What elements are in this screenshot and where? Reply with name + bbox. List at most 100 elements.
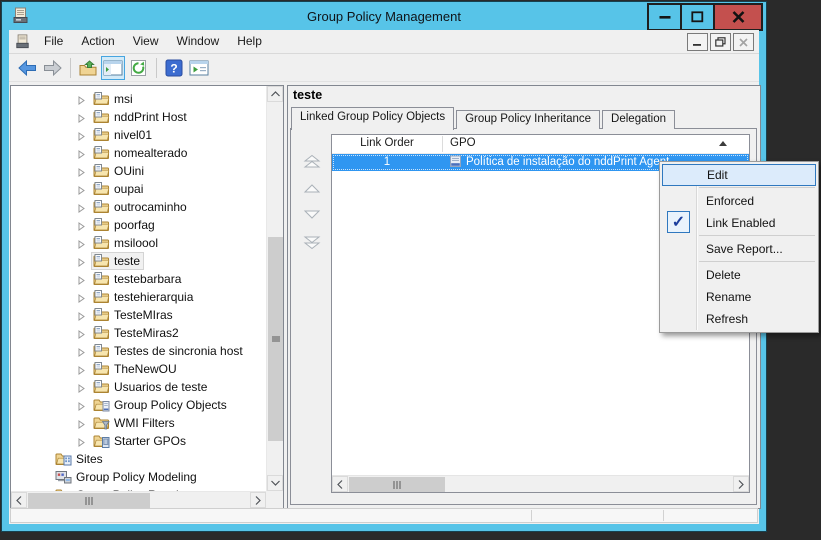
tree-item-nomealterado[interactable]: nomealterado (11, 144, 266, 162)
tree-item-box[interactable]: oupai (91, 180, 147, 198)
tree-item-box[interactable]: Sites (53, 450, 107, 468)
expand-arrow-icon[interactable] (77, 274, 86, 285)
expand-arrow-icon[interactable] (77, 292, 86, 303)
tree-item-testes-de-sincronia-host[interactable]: Testes de sincronia host (11, 342, 266, 360)
tab-delegation[interactable]: Delegation (602, 110, 676, 129)
tree-item-testemiras[interactable]: TesteMIras (11, 306, 266, 324)
help-icon[interactable]: ? (162, 56, 186, 80)
tree-item-box[interactable]: Group Policy Objects (91, 396, 231, 414)
refresh-icon[interactable] (126, 56, 150, 80)
scroll-left-arrow-icon[interactable] (11, 492, 27, 508)
tree-item-outrocaminho[interactable]: outrocaminho (11, 198, 266, 216)
expand-arrow-icon[interactable] (77, 400, 86, 411)
tree-item-nivel01[interactable]: nivel01 (11, 126, 266, 144)
column-header-gpo[interactable]: GPO (450, 137, 476, 149)
context-menu-item-save-report[interactable]: Save Report... (660, 238, 818, 260)
tree-item-starter-gpos[interactable]: Starter GPOs (11, 432, 266, 450)
tree-item-box[interactable]: testehierarquia (91, 288, 197, 306)
minimize-button[interactable] (649, 5, 680, 29)
scroll-right-arrow-icon[interactable] (733, 476, 749, 492)
tree-item-teste[interactable]: teste (11, 252, 266, 270)
tree-item-box[interactable]: WMI Filters (91, 414, 179, 432)
tree-item-box[interactable]: teste (91, 252, 145, 270)
menu-help[interactable]: Help (228, 30, 271, 53)
context-menu-item-rename[interactable]: Rename (660, 286, 818, 308)
tree-item-ouini[interactable]: OUini (11, 162, 266, 180)
show-console-tree-icon[interactable] (101, 55, 125, 80)
close-button[interactable] (713, 5, 761, 29)
move-link-to-top-button[interactable] (301, 153, 323, 169)
expand-arrow-icon[interactable] (77, 94, 86, 105)
move-link-to-bottom-button[interactable] (301, 234, 323, 250)
tree-vscroll-thumb[interactable] (268, 237, 283, 441)
tree-item-box[interactable]: Usuarios de teste (91, 378, 211, 396)
tree-item-box[interactable]: OUini (91, 162, 148, 180)
expand-arrow-icon[interactable] (77, 346, 86, 357)
expand-arrow-icon[interactable] (77, 364, 86, 375)
table-horizontal-scrollbar[interactable] (332, 475, 749, 492)
tree-item-box[interactable]: TesteMiras2 (91, 324, 183, 342)
menu-window[interactable]: Window (168, 30, 229, 53)
expand-arrow-icon[interactable] (77, 148, 86, 159)
tree-item-box[interactable]: Testes de sincronia host (91, 342, 247, 360)
back-icon[interactable] (15, 56, 39, 80)
tree-item-testemiras2[interactable]: TesteMiras2 (11, 324, 266, 342)
column-header-link-order[interactable]: Link Order (332, 137, 442, 149)
tree-item-box[interactable]: TheNewOU (91, 360, 181, 378)
tree-vertical-scrollbar[interactable] (266, 86, 283, 491)
tree-item-usuarios-de-teste[interactable]: Usuarios de teste (11, 378, 266, 396)
tree-item-box[interactable]: poorfag (91, 216, 159, 234)
context-menu-item-refresh[interactable]: Refresh (660, 308, 818, 330)
tree-item-box[interactable]: outrocaminho (91, 198, 191, 216)
tab-group-policy-inheritance[interactable]: Group Policy Inheritance (456, 110, 601, 129)
table-hscroll-thumb[interactable] (349, 477, 445, 492)
context-menu-item-delete[interactable]: Delete (660, 264, 818, 286)
scroll-left-arrow-icon[interactable] (332, 476, 348, 492)
menu-file[interactable]: File (35, 30, 72, 53)
forward-icon[interactable] (40, 56, 64, 80)
tree-item-group-policy-modeling[interactable]: Group Policy Modeling (11, 468, 266, 486)
maximize-button[interactable] (680, 5, 713, 29)
expand-arrow-icon[interactable] (77, 418, 86, 429)
expand-arrow-icon[interactable] (77, 436, 86, 447)
tree-item-testebarbara[interactable]: testebarbara (11, 270, 266, 288)
context-menu-item-edit[interactable]: Edit (662, 164, 816, 186)
expand-arrow-icon[interactable] (77, 130, 86, 141)
tree-item-wmi-filters[interactable]: WMI Filters (11, 414, 266, 432)
tree-item-thenewou[interactable]: TheNewOU (11, 360, 266, 378)
new-window-icon[interactable] (187, 56, 211, 80)
scroll-right-arrow-icon[interactable] (250, 492, 266, 508)
expand-arrow-icon[interactable] (77, 220, 86, 231)
menu-view[interactable]: View (124, 30, 168, 53)
tree-item-testehierarquia[interactable]: testehierarquia (11, 288, 266, 306)
tree-item-oupai[interactable]: oupai (11, 180, 266, 198)
tree-item-box[interactable]: TesteMIras (91, 306, 177, 324)
tree-horizontal-scrollbar[interactable] (11, 491, 266, 508)
titlebar[interactable]: Group Policy Management (2, 2, 766, 31)
tree-item-box[interactable]: Group Policy Modeling (53, 468, 201, 486)
expand-arrow-icon[interactable] (77, 166, 86, 177)
tree-item-nddprint-host[interactable]: nddPrint Host (11, 108, 266, 126)
expand-arrow-icon[interactable] (77, 238, 86, 249)
mdi-minimize-button[interactable] (687, 33, 708, 51)
expand-arrow-icon[interactable] (77, 202, 86, 213)
move-link-down-button[interactable] (301, 207, 323, 223)
context-menu-item-enforced[interactable]: Enforced (660, 190, 818, 212)
tree-item-box[interactable]: nddPrint Host (91, 108, 191, 126)
tree-item-poorfag[interactable]: poorfag (11, 216, 266, 234)
tree-item-box[interactable]: testebarbara (91, 270, 185, 288)
expand-arrow-icon[interactable] (77, 112, 86, 123)
mdi-restore-button[interactable] (710, 33, 731, 51)
expand-arrow-icon[interactable] (77, 184, 86, 195)
scroll-down-arrow-icon[interactable] (267, 475, 283, 491)
expand-arrow-icon[interactable] (77, 328, 86, 339)
expand-arrow-icon[interactable] (77, 382, 86, 393)
up-one-level-icon[interactable] (76, 56, 100, 80)
tree-item-msiloool[interactable]: msiloool (11, 234, 266, 252)
expand-arrow-icon[interactable] (77, 256, 86, 267)
move-link-up-button[interactable] (301, 180, 323, 196)
tree-hscroll-thumb[interactable] (28, 493, 150, 508)
tab-linked-group-policy-objects[interactable]: Linked Group Policy Objects (291, 107, 455, 130)
menu-action[interactable]: Action (72, 30, 123, 53)
expand-arrow-icon[interactable] (77, 310, 86, 321)
